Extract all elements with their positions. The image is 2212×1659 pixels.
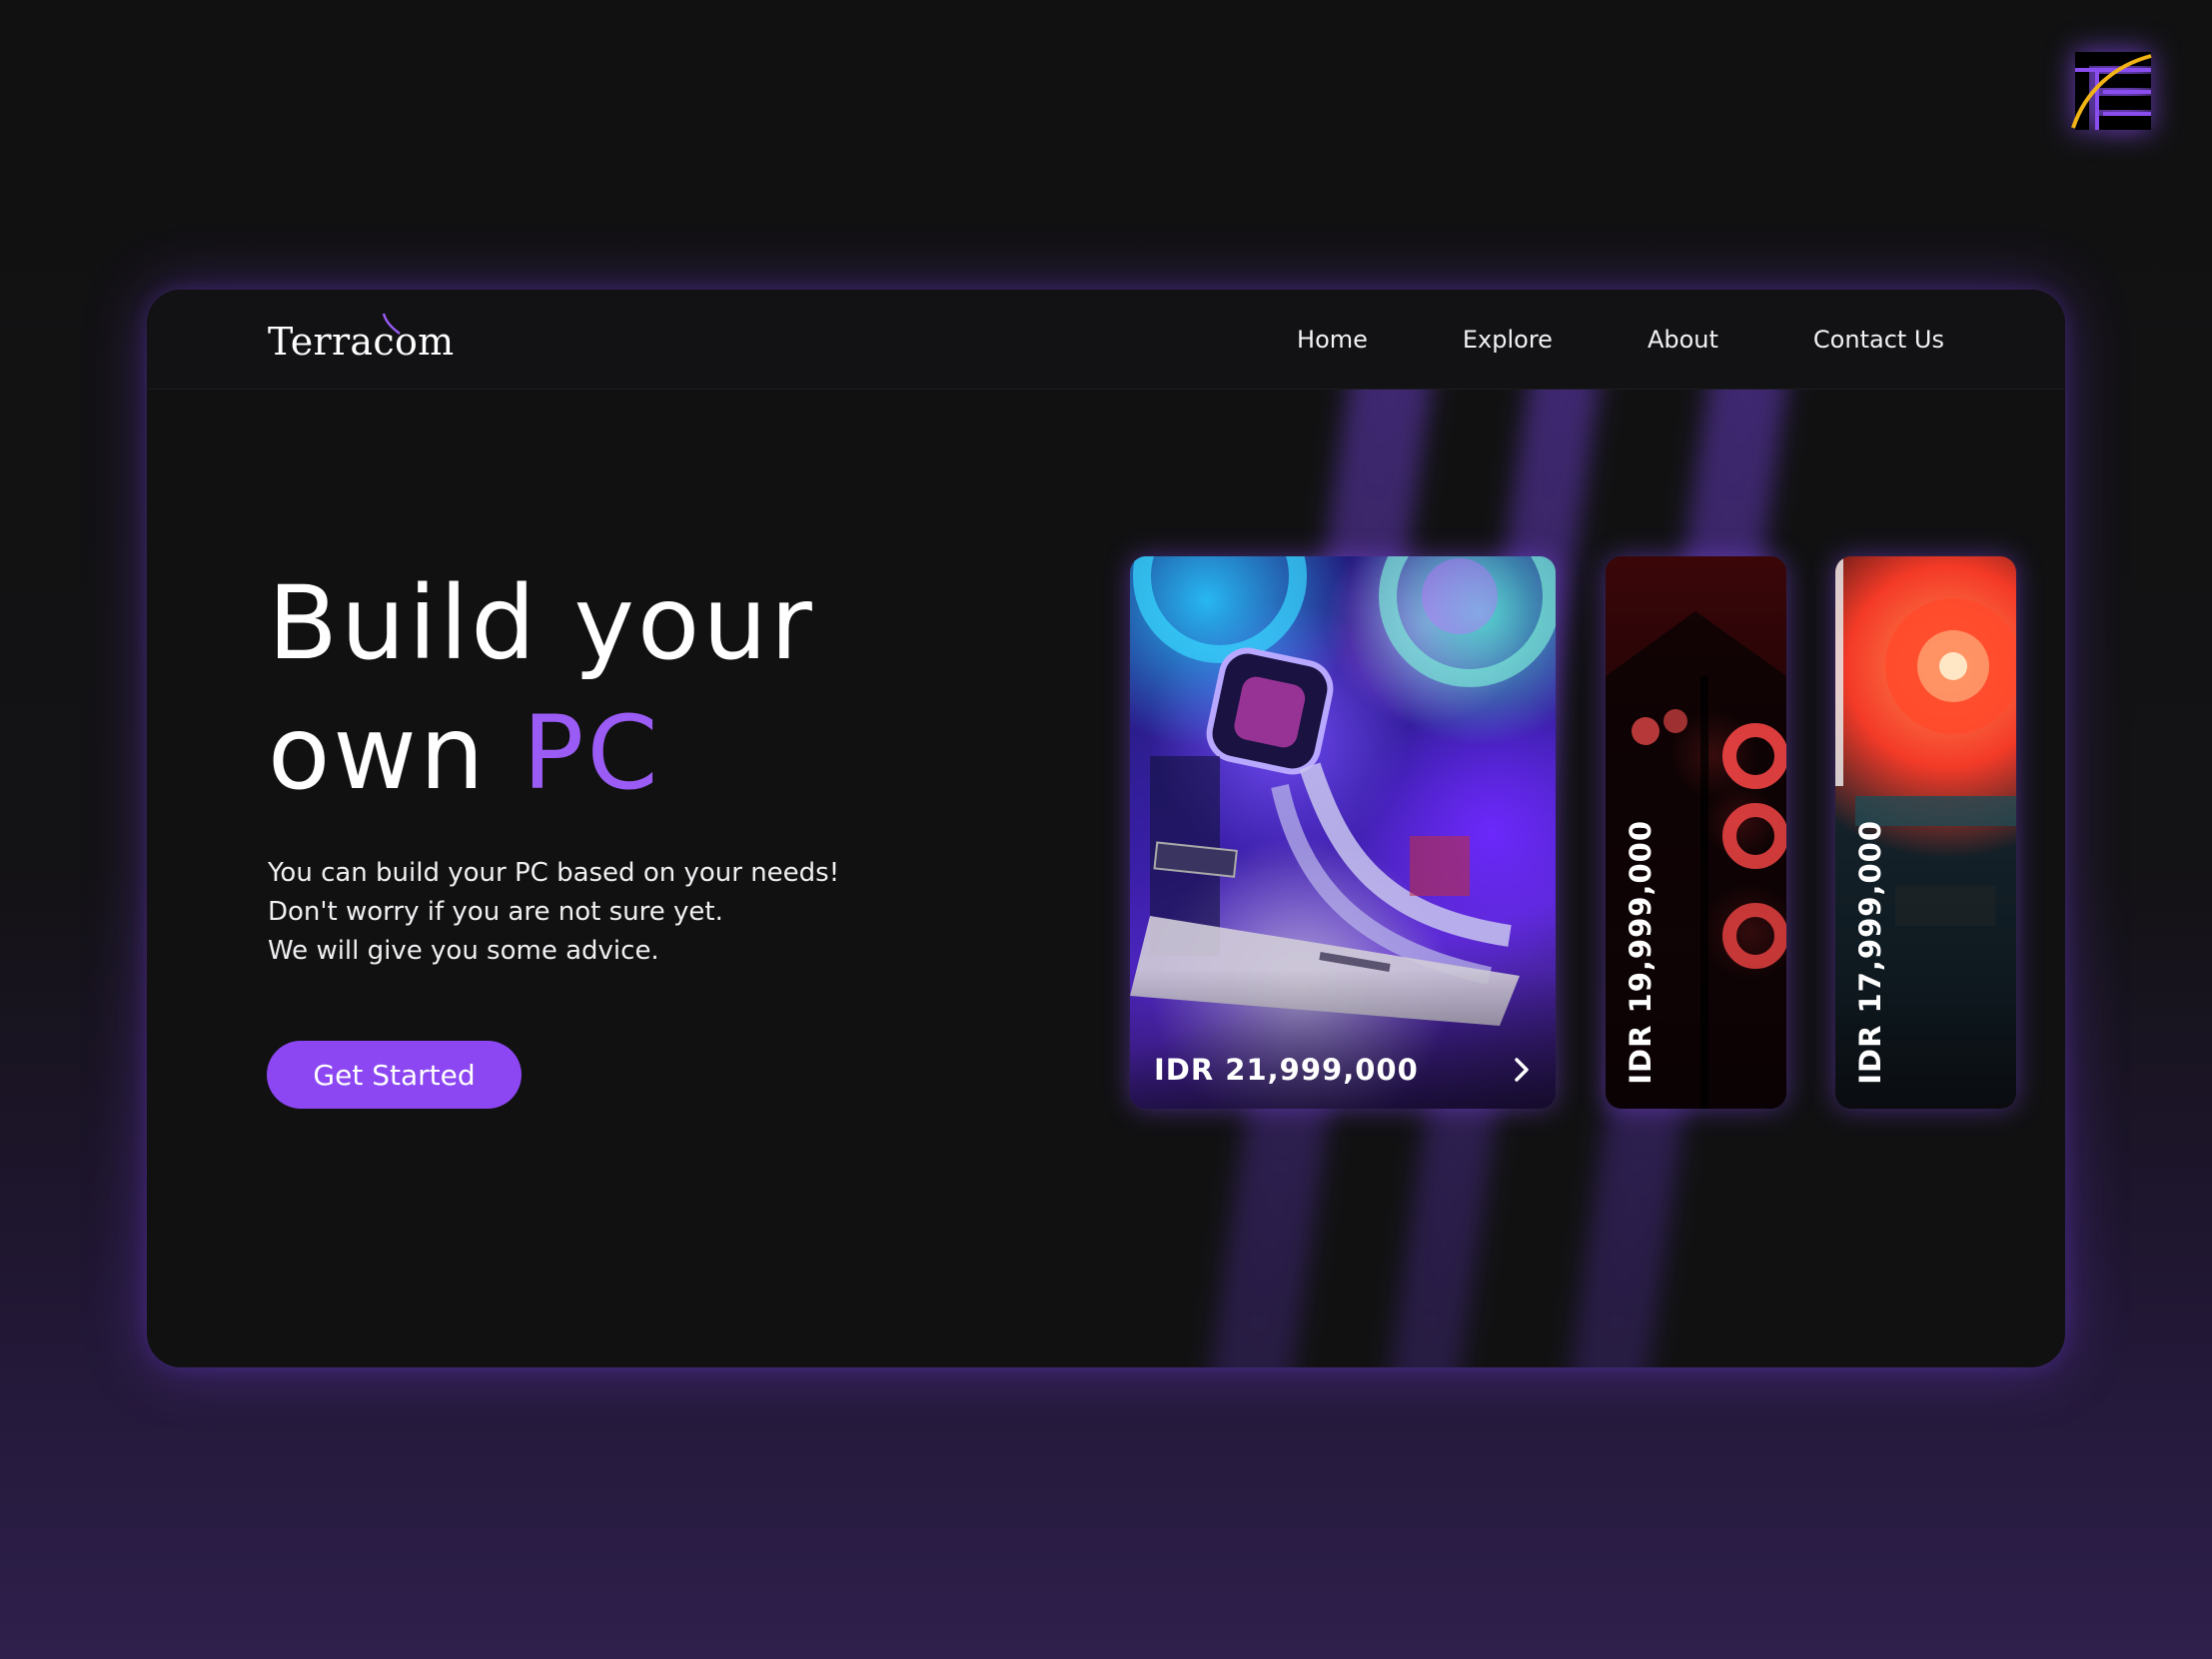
landing-frame: Terracom Home Explore About Contact Us B…: [147, 290, 2065, 1367]
hero-title-line2: own: [268, 694, 523, 813]
nav-link-explore[interactable]: Explore: [1463, 326, 1553, 354]
product-price: IDR 21,999,000: [1154, 1053, 1419, 1087]
hero-description-line: You can build your PC based on your need…: [268, 858, 840, 888]
product-card-1[interactable]: IDR 21,999,000: [1130, 556, 1556, 1109]
navbar: Terracom Home Explore About Contact Us: [147, 290, 2065, 390]
hero-description: You can build your PC based on your need…: [268, 854, 839, 971]
hero-title: Build your own PC: [268, 559, 815, 819]
product-price: IDR 19,999,000: [1624, 820, 1658, 1085]
brand-accent-icon: [382, 313, 401, 335]
brand-name[interactable]: Terracom: [268, 320, 454, 364]
product-card-3[interactable]: IDR 17,999,000: [1835, 556, 2016, 1109]
hero-title-line1: Build your: [268, 564, 815, 683]
hero-description-line: Don't worry if you are not sure yet.: [268, 897, 723, 927]
nav-link-home[interactable]: Home: [1297, 326, 1368, 354]
product-price: IDR 17,999,000: [1853, 820, 1887, 1085]
nav-link-contact-us[interactable]: Contact Us: [1813, 326, 1944, 354]
chevron-right-icon[interactable]: [1512, 1055, 1532, 1085]
product-card-2[interactable]: IDR 19,999,000: [1606, 556, 1786, 1109]
hero-description-line: We will give you some advice.: [268, 936, 659, 966]
hero-title-accent: PC: [522, 694, 661, 813]
nav-links: Home Explore About Contact Us: [1297, 326, 1944, 354]
nav-link-about[interactable]: About: [1648, 326, 1718, 354]
brand-logo-icon: [2069, 48, 2153, 132]
get-started-button[interactable]: Get Started: [267, 1041, 522, 1109]
